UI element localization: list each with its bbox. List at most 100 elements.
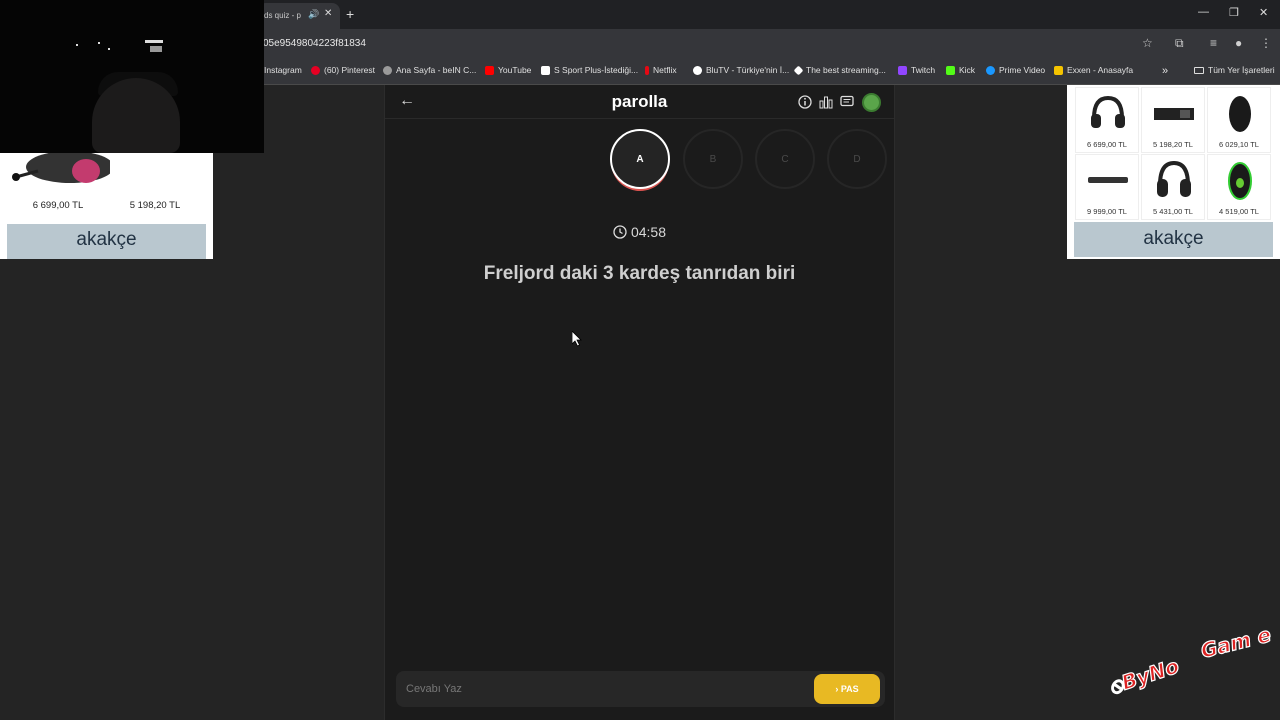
- more-bookmarks-icon[interactable]: »: [1162, 65, 1168, 77]
- menu-icon[interactable]: ⋮: [1260, 36, 1272, 50]
- bookmark-item[interactable]: The best streaming...: [793, 65, 886, 75]
- exxen-icon: [1054, 65, 1063, 75]
- bookmark-label: Instagram: [264, 65, 302, 75]
- svg-text:⦸ByNo: ⦸ByNo: [1108, 654, 1182, 699]
- streaming-icon: [793, 65, 804, 75]
- streamer-watermark-logo: ⦸ByNo Gam e: [1108, 628, 1274, 699]
- ad-product[interactable]: 6 029,10 TL: [1207, 87, 1271, 153]
- netflix-icon: [645, 65, 649, 75]
- all-bookmarks-label: Tüm Yer İşaretleri: [1208, 65, 1275, 75]
- game-panel: ← parolla A B C D 04:58 Freljord daki 3 …: [384, 85, 895, 720]
- prime-video-icon: [986, 65, 995, 75]
- ssd-product-image: [1154, 108, 1194, 120]
- bookmark-item[interactable]: BluTV - Türkiye'nin İ...: [693, 65, 789, 75]
- bookmark-item[interactable]: Instagram: [264, 65, 302, 75]
- webcam-overlay: [0, 0, 264, 153]
- right-ad[interactable]: 6 699,00 TL 5 198,20 TL 6 029,10 TL 9 99…: [1067, 85, 1280, 259]
- letter-circle[interactable]: B: [683, 129, 743, 189]
- bookmark-label: Netflix: [653, 65, 677, 75]
- ad-product[interactable]: 9 999,00 TL: [1075, 154, 1139, 220]
- restore-icon[interactable]: ❐: [1229, 6, 1239, 19]
- pass-label: PAS: [840, 684, 859, 694]
- bookmark-item[interactable]: Prime Video: [986, 65, 1045, 75]
- stats-icon[interactable]: [819, 95, 833, 109]
- all-bookmarks[interactable]: Tüm Yer İşaretleri: [1194, 65, 1275, 75]
- bookmark-label: S Sport Plus-İstediği...: [554, 65, 639, 75]
- bookmark-label: Ana Sayfa - beIN C...: [396, 65, 477, 75]
- bookmark-item[interactable]: S Sport Plus-İstediği...: [541, 65, 638, 75]
- ad-product[interactable]: 6 699,00 TL: [1075, 87, 1139, 153]
- chat-icon[interactable]: [840, 95, 854, 109]
- bookmark-label: Kick: [959, 65, 976, 75]
- question-text: Freljord daki 3 kardeş tanrıdan biri: [483, 263, 796, 284]
- product-price: 5 431,00 TL: [1153, 207, 1193, 216]
- user-avatar[interactable]: [862, 93, 881, 112]
- bookmark-item[interactable]: (60) Pinterest: [311, 65, 375, 75]
- twitch-icon: [898, 65, 907, 75]
- pass-button[interactable]: › PAS: [814, 674, 880, 704]
- bookmark-label: BluTV - Türkiye'nin İ...: [706, 65, 790, 75]
- bookmark-item[interactable]: Kick: [946, 65, 975, 75]
- gaming-mouse-product-image: [1228, 162, 1252, 200]
- webcam-light: [145, 40, 163, 43]
- product-price: 6 699,00 TL: [1087, 140, 1127, 149]
- star-icon[interactable]: ☆: [1142, 36, 1153, 50]
- answer-input[interactable]: [406, 679, 806, 699]
- bookmark-item[interactable]: Ana Sayfa - beIN C...: [383, 65, 476, 75]
- bookmark-label: Prime Video: [999, 65, 1046, 75]
- svg-text:Gam e: Gam e: [1198, 628, 1273, 663]
- url-text[interactable]: 05e9549804223f81834: [263, 38, 366, 49]
- bookmark-label: Exxen - Anasayfa: [1067, 65, 1134, 75]
- soundbar-product-image: [1088, 177, 1128, 183]
- ad-product[interactable]: 5 431,00 TL: [1141, 154, 1205, 220]
- bookmark-item[interactable]: Netflix: [645, 65, 677, 75]
- bookmark-label: YouTube: [498, 65, 532, 75]
- profile-icon[interactable]: ●: [1235, 36, 1242, 50]
- product-price: 6 699,00 TL: [32, 200, 84, 211]
- headset-product-image: [12, 153, 110, 183]
- timer-value: 04:58: [630, 224, 667, 240]
- letter-circle-active[interactable]: A: [610, 129, 670, 189]
- ad-product[interactable]: 5 198,20 TL: [1141, 87, 1205, 153]
- left-ad[interactable]: 6 699,00 TL 5 198,20 TL akakçe: [0, 153, 213, 259]
- product-price: 5 198,20 TL: [129, 200, 181, 211]
- webcam-light: [76, 44, 78, 46]
- close-tab-icon[interactable]: ✕: [324, 8, 332, 19]
- bookmark-item[interactable]: Twitch: [898, 65, 935, 75]
- bookmark-label: (60) Pinterest: [324, 65, 376, 75]
- info-icon[interactable]: [798, 95, 812, 109]
- product-price: 9 999,00 TL: [1087, 207, 1127, 216]
- minimize-icon[interactable]: —: [1198, 6, 1209, 18]
- countdown-timer: 04:58: [385, 224, 894, 240]
- webcam-light: [98, 42, 100, 44]
- letter-circle[interactable]: D: [827, 129, 887, 189]
- ssport-icon: [541, 65, 550, 75]
- letter-circle[interactable]: C: [755, 129, 815, 189]
- bookmark-item[interactable]: Exxen - Anasayfa: [1054, 65, 1133, 75]
- game-header: ← parolla: [385, 85, 894, 119]
- tab-title: ds quiz - p: [264, 11, 301, 20]
- clock-icon: [613, 225, 627, 239]
- window-close-icon[interactable]: ✕: [1259, 6, 1268, 19]
- globe-icon: [383, 65, 392, 75]
- akakce-logo: akakçe: [7, 224, 206, 259]
- product-price: 6 029,10 TL: [1219, 140, 1259, 149]
- webcam-light: [108, 48, 110, 50]
- webcam-light: [150, 46, 162, 52]
- youtube-icon: [485, 65, 494, 75]
- speaker-icon[interactable]: 🔊: [308, 9, 319, 20]
- new-tab-icon[interactable]: +: [346, 6, 354, 22]
- bookmark-item[interactable]: YouTube: [485, 65, 531, 75]
- headset-product-image: [1091, 95, 1125, 128]
- extensions-icon[interactable]: ⧉: [1175, 36, 1184, 51]
- browser-tab[interactable]: ds quiz - p 🔊 ✕: [258, 3, 340, 29]
- product-price: 5 198,20 TL: [1153, 140, 1193, 149]
- folder-icon: [1194, 66, 1204, 74]
- ad-product[interactable]: 4 519,00 TL: [1207, 154, 1271, 220]
- media-icon[interactable]: ≡: [1210, 36, 1217, 50]
- blutv-icon: [693, 65, 702, 75]
- mouse-product-image: [1229, 96, 1251, 132]
- bookmark-label: Twitch: [911, 65, 936, 75]
- game-logo: parolla: [611, 92, 668, 111]
- mouse-cursor-icon: [572, 331, 582, 347]
